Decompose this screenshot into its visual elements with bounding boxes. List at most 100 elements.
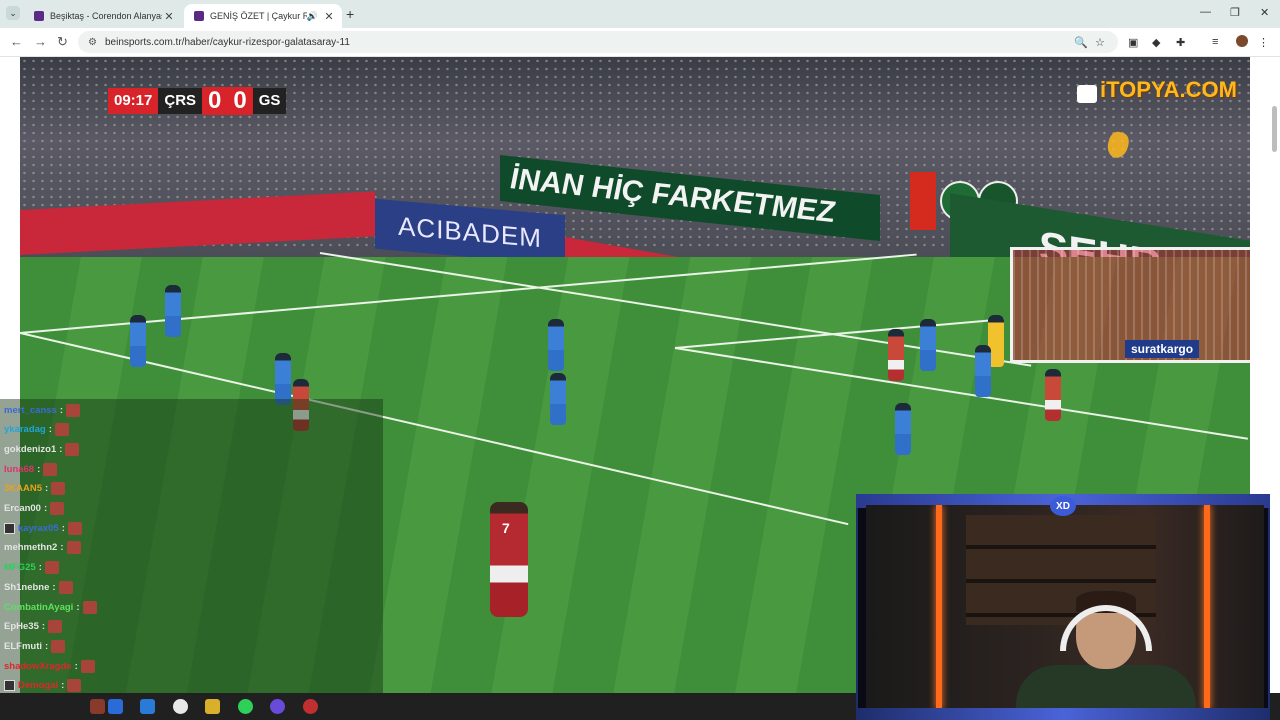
chat-separator: : <box>45 483 49 495</box>
turkish-flag <box>910 172 936 230</box>
beinsports-favicon-icon <box>194 11 204 21</box>
taskbar-app-icon[interactable] <box>270 699 285 714</box>
chat-username: gokdenizo1 <box>4 443 57 455</box>
address-bar[interactable]: ⚙ beinsports.com.tr/haber/caykur-rizespo… <box>78 31 1118 53</box>
tab-title: GENİŞ ÖZET | Çaykur Rizespor <box>210 11 307 21</box>
sponsor-board: suratkargo <box>1125 340 1200 358</box>
chat-username: ELFmuti <box>4 640 42 652</box>
taskbar-app-icon[interactable] <box>108 699 123 714</box>
tab-genis-ozet[interactable]: GENİŞ ÖZET | Çaykur Rizespor 🔊 ✕ <box>184 4 342 28</box>
whatsapp-icon[interactable] <box>238 699 253 714</box>
chat-message: MFG25: <box>4 559 59 577</box>
chat-emote-icon <box>82 600 97 614</box>
chat-separator: : <box>59 404 63 416</box>
user-badge-icon <box>4 680 15 692</box>
chat-username: EpHe35 <box>4 621 39 633</box>
taskbar-app-icon[interactable] <box>90 699 105 714</box>
chat-username: Sh1nebne <box>4 581 50 593</box>
chat-emote-icon <box>80 659 95 673</box>
chat-username: mehmethn2 <box>4 542 58 554</box>
player-blue <box>130 315 146 367</box>
home-team: ÇRS <box>158 88 203 114</box>
file-explorer-icon[interactable] <box>205 699 220 714</box>
close-window-icon[interactable]: ✕ <box>1260 6 1269 19</box>
neon-light <box>936 505 942 710</box>
home-score: 0 <box>202 87 228 115</box>
chat-message: Sh1nebne: <box>4 578 73 596</box>
minimize-icon[interactable]: — <box>1200 6 1211 18</box>
user-badge-icon <box>4 522 15 534</box>
page-scrollbar[interactable] <box>1272 106 1277 152</box>
away-team: GS <box>252 88 287 114</box>
extension-icon[interactable]: ◆ <box>1152 36 1160 49</box>
chat-emote-icon <box>67 521 82 535</box>
chat-message: CombatinAyagi: <box>4 598 97 616</box>
chat-username: MFG25 <box>4 562 36 574</box>
restore-icon[interactable]: ❐ <box>1230 6 1240 19</box>
chat-emote-icon <box>67 679 82 693</box>
chat-separator: : <box>76 601 80 613</box>
chat-username: Ercan00 <box>4 503 41 514</box>
back-icon[interactable]: ← <box>10 34 23 49</box>
taskbar-app-icon[interactable] <box>140 699 155 714</box>
chat-username: mert_canss <box>4 404 57 416</box>
chat-overlay: mert_canss: ykaradag: gokdenizo1: luna68:3K… <box>0 399 383 717</box>
scoreboard: 09:17 ÇRS 0 0 GS <box>108 87 287 115</box>
player-red-number-7: 7 <box>490 502 528 617</box>
reload-icon[interactable]: ↻ <box>57 34 68 50</box>
forward-icon[interactable]: → <box>34 34 47 49</box>
new-tab-icon[interactable]: + <box>346 6 354 22</box>
beinsports-favicon-icon <box>34 11 44 21</box>
chat-separator: : <box>74 660 78 672</box>
extensions-puzzle-icon[interactable]: ✚ <box>1176 36 1185 49</box>
chat-username: shadowXragde <box>4 660 72 672</box>
chat-emote-icon <box>65 442 80 456</box>
channel-logo: XD <box>1050 496 1076 516</box>
webcam-feed <box>866 505 1264 710</box>
site-info-icon[interactable]: ⚙ <box>88 37 97 48</box>
chat-username: kayrax05 <box>18 522 59 534</box>
chat-separator: : <box>60 542 64 554</box>
chat-message: shadowXragde: <box>4 657 95 675</box>
chat-separator: : <box>61 522 65 534</box>
profile-avatar[interactable] <box>1236 35 1248 47</box>
chrome-icon[interactable] <box>173 699 188 714</box>
close-tab-icon[interactable]: ✕ <box>322 10 336 23</box>
extension-icon[interactable]: ▣ <box>1128 36 1138 49</box>
audio-playing-icon[interactable]: 🔊 <box>307 11 318 22</box>
chat-separator: : <box>37 463 41 475</box>
zoom-icon[interactable]: 🔍 <box>1074 36 1088 49</box>
chat-emote-icon <box>51 639 66 653</box>
player-blue <box>165 285 181 337</box>
url-text: beinsports.com.tr/haber/caykur-rizespor-… <box>104 36 350 48</box>
chat-username: 3KAAN5 <box>4 483 43 495</box>
chat-separator: : <box>41 621 46 633</box>
chat-separator: : <box>59 443 63 455</box>
chat-message: gokdenizo1: <box>4 440 80 458</box>
chat-message: ELFmuti: <box>4 637 66 655</box>
player-red <box>888 329 904 381</box>
chat-message: luna68: <box>4 460 58 478</box>
chat-emote-icon <box>54 423 69 437</box>
tab-search-icon[interactable]: ⌄ <box>6 6 20 20</box>
itopya-watermark: iTOPYA.COM <box>1100 77 1237 102</box>
chat-emote-icon <box>58 580 73 594</box>
match-time: 09:17 <box>108 88 159 114</box>
reading-list-icon[interactable]: ≡ <box>1212 36 1218 48</box>
chat-emote-icon <box>65 403 80 417</box>
chat-message: kayrax05: <box>4 519 82 537</box>
tab-title: Beşiktaş - Corendon Alanyaspor <box>50 11 162 21</box>
menu-dots-icon[interactable]: ⋮ <box>1258 36 1269 49</box>
chat-message: mehmethn2: <box>4 539 81 557</box>
chat-emote-icon <box>51 482 66 496</box>
taskbar-app-icon[interactable] <box>303 699 318 714</box>
bookmark-star-icon[interactable]: ☆ <box>1095 36 1105 49</box>
close-tab-icon[interactable]: ✕ <box>162 10 176 23</box>
tab-besiktas[interactable]: Beşiktaş - Corendon Alanyaspor ✕ <box>24 4 182 28</box>
webcam-frame-bottom <box>856 708 1270 720</box>
player-blue <box>920 319 936 371</box>
player-blue <box>275 353 291 405</box>
player-blue <box>548 319 564 371</box>
chat-message: mert_canss: <box>4 401 80 419</box>
jersey-number: 7 <box>502 520 510 536</box>
